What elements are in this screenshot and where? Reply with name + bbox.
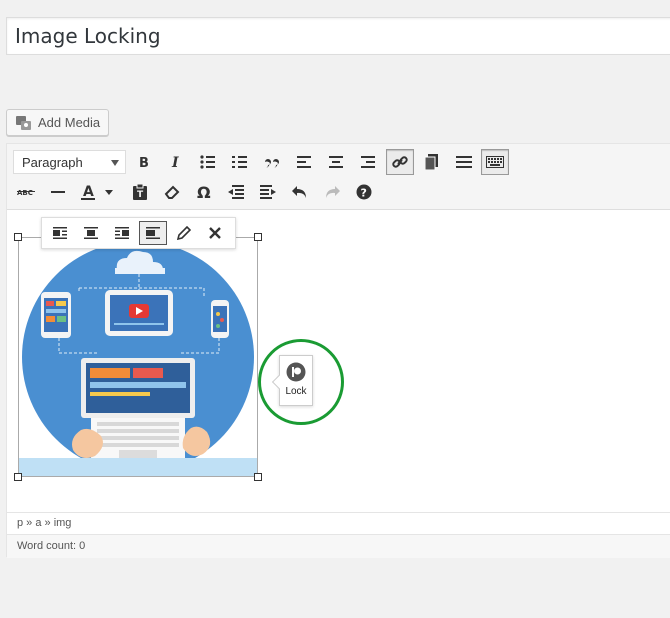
image-align-right-button[interactable] (108, 221, 136, 245)
horizontal-rule-button[interactable] (451, 150, 477, 174)
close-icon (209, 227, 221, 239)
redo-button[interactable] (319, 180, 345, 204)
link-icon (392, 156, 408, 168)
devices-illustration (19, 238, 257, 476)
horizontal-line-icon (51, 191, 65, 193)
redo-icon (326, 186, 340, 198)
format-select-value: Paragraph (22, 154, 83, 170)
post-title-input[interactable]: Image Locking (6, 17, 670, 55)
chevron-down-icon (111, 160, 119, 166)
blockquote-button[interactable] (259, 150, 285, 174)
outdent-icon (228, 185, 244, 199)
italic-icon: I (171, 155, 179, 169)
strikethrough-icon: ABC (17, 189, 35, 197)
keyboard-icon (486, 156, 504, 168)
help-icon: ? (356, 184, 372, 200)
image-remove-button[interactable] (201, 221, 229, 245)
image-align-center-button[interactable] (77, 221, 105, 245)
strikethrough-button[interactable]: ABC (13, 180, 39, 204)
outdent-button[interactable] (223, 180, 249, 204)
pencil-icon (177, 226, 191, 240)
lock-popover[interactable]: Lock (271, 355, 313, 406)
resize-handle-bottom-left[interactable] (14, 473, 22, 481)
read-more-button[interactable] (419, 150, 445, 174)
italic-button[interactable]: I (163, 150, 189, 174)
numbered-list-button[interactable] (227, 150, 253, 174)
svg-text:A: A (83, 184, 94, 200)
editor: Paragraph B I ABC A T Ω ? Lock p » a » i… (6, 143, 670, 558)
align-right-button[interactable] (355, 150, 381, 174)
editor-content[interactable]: Lock (7, 211, 670, 511)
svg-text:I: I (171, 155, 179, 169)
numbered-list-icon (232, 156, 247, 168)
align-left-icon (297, 156, 311, 168)
page-break-icon (456, 156, 472, 168)
align-right-icon (115, 227, 129, 239)
align-right-icon (361, 156, 375, 168)
media-icon (16, 115, 31, 130)
lock-label: Lock (285, 386, 307, 397)
horizontal-line-button[interactable] (45, 180, 71, 204)
text-color-icon: A (81, 184, 113, 200)
svg-text:?: ? (361, 187, 367, 200)
omega-icon: Ω (197, 184, 211, 200)
eraser-icon (164, 185, 180, 199)
bullet-list-icon (200, 155, 215, 169)
editor-toolbar: Paragraph B I ABC A T Ω ? (7, 144, 670, 210)
svg-text:B: B (139, 156, 149, 169)
image-align-left-button[interactable] (46, 221, 74, 245)
align-none-icon (146, 227, 160, 239)
indent-icon (260, 185, 276, 199)
bullet-list-button[interactable] (195, 150, 221, 174)
add-media-button[interactable]: Add Media (6, 109, 109, 136)
selected-image[interactable] (14, 233, 262, 481)
resize-handle-bottom-right[interactable] (254, 473, 262, 481)
quote-icon (265, 159, 279, 168)
paste-text-button[interactable]: T (127, 180, 153, 204)
special-character-button[interactable]: Ω (191, 180, 217, 204)
word-count: Word count: 0 (7, 534, 670, 558)
svg-text:Ω: Ω (197, 184, 211, 200)
read-more-icon (425, 154, 438, 170)
clipboard-icon: T (133, 184, 147, 200)
toolbar-toggle-button[interactable] (481, 149, 509, 175)
bold-button[interactable]: B (131, 150, 157, 174)
add-media-label: Add Media (38, 115, 101, 130)
lock-icon (286, 362, 306, 382)
image-toolbar (41, 217, 236, 249)
undo-icon (292, 186, 306, 198)
undo-button[interactable] (287, 180, 313, 204)
align-left-icon (53, 227, 67, 239)
svg-text:T: T (137, 190, 144, 200)
indent-button[interactable] (255, 180, 281, 204)
align-center-button[interactable] (323, 150, 349, 174)
element-path: p » a » img (7, 512, 670, 534)
text-color-button[interactable]: A (77, 180, 117, 204)
align-left-button[interactable] (291, 150, 317, 174)
align-center-icon (84, 227, 98, 239)
link-button[interactable] (386, 149, 414, 175)
resize-handle-top-left[interactable] (14, 233, 22, 241)
align-center-icon (329, 156, 343, 168)
format-select[interactable]: Paragraph (13, 150, 126, 174)
image-edit-button[interactable] (170, 221, 198, 245)
image-no-align-button[interactable] (139, 221, 167, 245)
bold-icon: B (139, 156, 149, 169)
help-button[interactable]: ? (351, 180, 377, 204)
clear-formatting-button[interactable] (159, 180, 185, 204)
svg-text:ABC: ABC (17, 189, 33, 197)
resize-handle-top-right[interactable] (254, 233, 262, 241)
